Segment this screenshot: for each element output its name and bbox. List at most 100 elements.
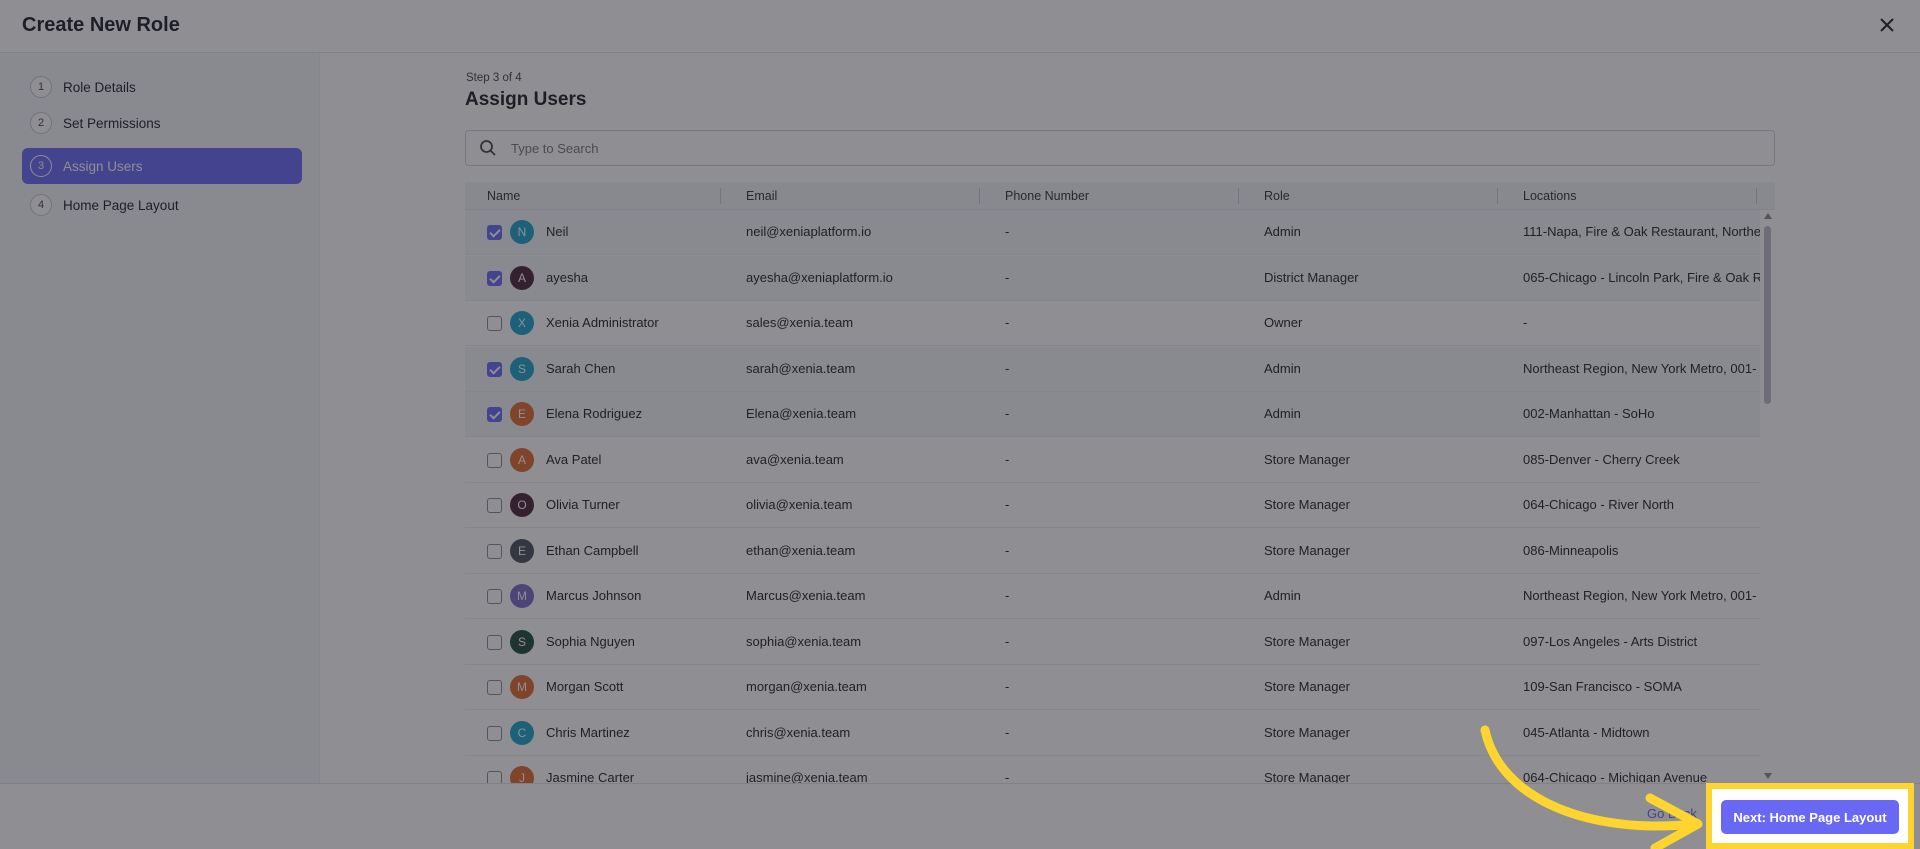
- user-name: Morgan Scott: [546, 679, 624, 694]
- table-row[interactable]: S Sarah Chen sarah@xenia.team - Admin Northea…: [465, 346, 1760, 392]
- user-phone: -: [1005, 315, 1010, 330]
- user-email: sales@xenia.team: [746, 315, 854, 330]
- modal-footer: Go Back: [0, 783, 1920, 849]
- table-header: Name Email Phone Number Role Locations: [465, 182, 1775, 210]
- go-back-button[interactable]: Go Back: [1647, 806, 1697, 821]
- user-phone: -: [1005, 542, 1010, 558]
- avatar: N: [510, 220, 534, 244]
- avatar: S: [510, 356, 534, 381]
- table-row[interactable]: E Elena Rodriguez Elena@xenia.team - Admin 00…: [465, 392, 1760, 437]
- row-checkbox[interactable]: [487, 452, 502, 468]
- table-row[interactable]: O Olivia Turner olivia@xenia.team - Store Ma…: [465, 483, 1760, 528]
- row-checkbox[interactable]: [487, 680, 502, 695]
- highlight-frame: [1706, 783, 1914, 849]
- step-role-details[interactable]: 1 Role Details: [22, 69, 302, 105]
- main-content: Step 3 of 4 Assign Users Name Email Phon…: [320, 53, 1920, 783]
- step-label: Role Details: [63, 79, 136, 95]
- column-header-locations[interactable]: Locations: [1523, 189, 1577, 203]
- user-phone: -: [1005, 406, 1010, 421]
- avatar: C: [510, 720, 534, 745]
- modal-title: Create New Role: [22, 14, 180, 36]
- column-header-name[interactable]: Name: [487, 189, 520, 203]
- user-locations: 085-Denver - Cherry Creek: [1523, 451, 1680, 467]
- scroll-up-arrow[interactable]: [1764, 213, 1772, 219]
- user-phone: -: [1005, 679, 1010, 694]
- column-divider[interactable]: [979, 188, 980, 204]
- step-assign-users[interactable]: 3 Assign Users: [22, 148, 302, 184]
- table-row[interactable]: C Chris Martinez chris@xenia.team - Store Ma…: [465, 711, 1760, 756]
- table-row[interactable]: S Sophia Nguyen sophia@xenia.team - Store Ma…: [465, 620, 1760, 665]
- user-phone: -: [1005, 724, 1010, 740]
- user-name: Chris Martinez: [546, 724, 630, 740]
- scrollbar-thumb[interactable]: [1764, 226, 1771, 404]
- table-row[interactable]: M Morgan Scott morgan@xenia.team - Store Man…: [465, 665, 1760, 710]
- table-row[interactable]: Aayesha ayesha@xeniaplatform.io - District …: [465, 255, 1760, 301]
- user-locations: 002-Manhattan - SoHo: [1523, 406, 1655, 421]
- avatar: X: [510, 311, 534, 335]
- row-checkbox[interactable]: [487, 725, 502, 741]
- user-role: District Manager: [1264, 269, 1359, 285]
- user-role: Store Manager: [1264, 679, 1350, 694]
- user-locations: 109-San Francisco - SOMA: [1523, 679, 1682, 694]
- user-email: Marcus@xenia.team: [746, 588, 866, 603]
- avatar: O: [510, 493, 534, 517]
- column-divider[interactable]: [1756, 188, 1757, 204]
- search-icon: [480, 140, 496, 156]
- column-header-email[interactable]: Email: [746, 189, 777, 203]
- table-row[interactable]: J Jasmine Carter jasmine@xenia.team - Store …: [465, 756, 1760, 783]
- user-phone: -: [1005, 451, 1010, 467]
- avatar: M: [510, 675, 534, 699]
- row-checkbox[interactable]: [487, 316, 502, 331]
- user-phone: -: [1005, 633, 1010, 649]
- close-icon[interactable]: [1876, 14, 1898, 36]
- step-label: Set Permissions: [63, 115, 161, 131]
- column-header-role[interactable]: Role: [1264, 189, 1290, 203]
- user-name: Marcus Johnson: [546, 588, 642, 603]
- user-name: Sarah Chen: [546, 360, 616, 376]
- search-box[interactable]: [465, 130, 1775, 166]
- user-locations: Northeast Region, New York Metro, 001-: [1523, 588, 1757, 603]
- column-divider[interactable]: [720, 188, 721, 204]
- table-row[interactable]: E Ethan Campbell ethan@xenia.team - Store Ma…: [465, 529, 1760, 574]
- user-locations: 086-Minneapolis: [1523, 542, 1619, 558]
- table-row[interactable]: A Ava Patel ava@xenia.team - Store Manager 08…: [465, 438, 1760, 483]
- row-checkbox[interactable]: [487, 270, 502, 286]
- user-locations: 064-Chicago - River North: [1523, 497, 1675, 512]
- user-email: neil@xeniaplatform.io: [746, 224, 872, 239]
- user-role: Admin: [1264, 406, 1301, 421]
- user-role: Admin: [1264, 588, 1301, 603]
- user-phone: -: [1005, 269, 1010, 285]
- user-email: morgan@xenia.team: [746, 679, 867, 694]
- scroll-down-arrow[interactable]: [1764, 773, 1772, 779]
- avatar: A: [510, 265, 534, 290]
- user-email: jasmine@xenia.team: [746, 770, 868, 783]
- user-phone: -: [1005, 588, 1010, 603]
- user-name: Ethan Campbell: [546, 542, 639, 558]
- row-checkbox[interactable]: [487, 407, 502, 422]
- step-set-permissions[interactable]: 2 Set Permissions: [22, 105, 302, 141]
- user-email: ayesha@xeniaplatform.io: [746, 269, 893, 285]
- table-row[interactable]: M Marcus Johnson Marcus@xenia.team - Admin No…: [465, 574, 1760, 619]
- user-phone: -: [1005, 360, 1010, 376]
- row-checkbox[interactable]: [487, 634, 502, 650]
- row-checkbox[interactable]: [487, 589, 502, 604]
- user-phone: -: [1005, 770, 1010, 783]
- row-checkbox[interactable]: [487, 543, 502, 559]
- row-checkbox[interactable]: [487, 771, 502, 783]
- table-row[interactable]: N Neil neil@xeniaplatform.io - Admin 111-Napa…: [465, 210, 1760, 255]
- row-checkbox[interactable]: [487, 498, 502, 513]
- column-header-phone[interactable]: Phone Number: [1005, 189, 1089, 203]
- user-name: Ava Patel: [546, 451, 602, 467]
- search-input[interactable]: [511, 140, 1711, 156]
- row-checkbox[interactable]: [487, 361, 502, 377]
- user-name: ayesha: [546, 269, 588, 285]
- modal-header: Create New Role: [0, 0, 1920, 53]
- row-checkbox[interactable]: [487, 225, 502, 240]
- step-label: Assign Users: [63, 158, 143, 174]
- column-divider[interactable]: [1497, 188, 1498, 204]
- table-row[interactable]: X Xenia Administrator sales@xenia.team - Own…: [465, 301, 1760, 346]
- step-home-page-layout[interactable]: 4 Home Page Layout: [22, 187, 302, 223]
- user-locations: 111-Napa, Fire & Oak Restaurant, Northea: [1523, 224, 1760, 239]
- user-name: Sophia Nguyen: [546, 633, 635, 649]
- column-divider[interactable]: [1238, 188, 1239, 204]
